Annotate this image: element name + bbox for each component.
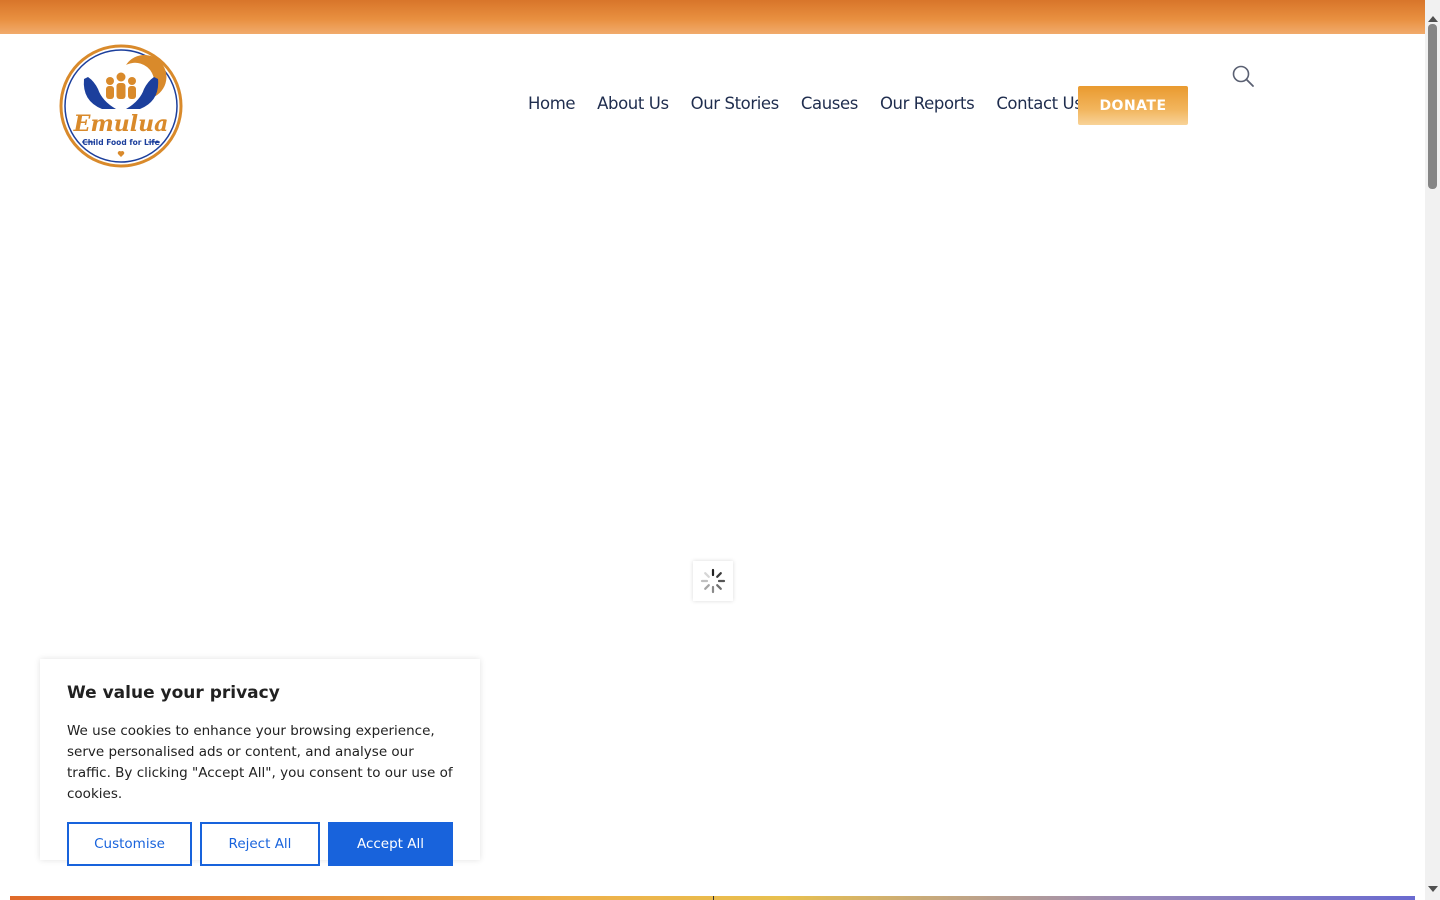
logo-hands-family-icon: Emulua Child Food for Life <box>59 44 183 168</box>
spinner-icon <box>700 568 726 594</box>
cookie-title: We value your privacy <box>67 683 280 703</box>
cookie-buttons: Customise Reject All Accept All <box>67 822 453 866</box>
top-bar <box>0 0 1425 34</box>
scroll-down-arrow-icon[interactable] <box>1428 886 1438 892</box>
search-icon[interactable] <box>1231 64 1255 88</box>
donate-button[interactable]: DONATE <box>1078 86 1188 125</box>
reject-all-button[interactable]: Reject All <box>200 822 320 866</box>
main-nav: Home About Us Our Stories Causes Our Rep… <box>528 93 1104 115</box>
nav-item-home[interactable]: Home <box>528 93 576 115</box>
nav-item-our-stories[interactable]: Our Stories <box>691 93 780 115</box>
bottom-divider-marker <box>713 896 714 900</box>
loading-spinner <box>693 561 733 601</box>
customise-button[interactable]: Customise <box>67 822 192 866</box>
cookie-description: We use cookies to enhance your browsing … <box>67 723 453 802</box>
page: Emulua Child Food for Life Home About Us… <box>0 0 1440 900</box>
site-logo[interactable]: Emulua Child Food for Life <box>58 43 184 169</box>
logo-brand-name: Emulua <box>73 111 169 137</box>
site-header: Emulua Child Food for Life Home About Us… <box>0 34 1425 174</box>
nav-item-about-us[interactable]: About Us <box>597 93 669 115</box>
cookie-consent-banner: We value your privacy We use cookies to … <box>40 659 480 866</box>
nav-item-causes[interactable]: Causes <box>801 93 858 115</box>
nav-item-our-reports[interactable]: Our Reports <box>880 93 975 115</box>
nav-item-contact-us[interactable]: Contact Us <box>996 93 1083 115</box>
scroll-up-arrow-icon[interactable] <box>1428 16 1438 22</box>
accept-all-button[interactable]: Accept All <box>328 822 453 866</box>
logo-tagline: Child Food for Life <box>82 138 160 147</box>
scrollbar-thumb[interactable] <box>1428 24 1437 189</box>
